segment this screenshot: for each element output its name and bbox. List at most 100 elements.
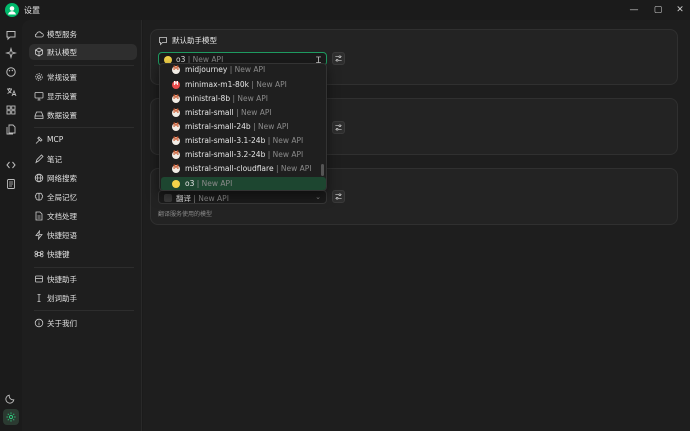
sliders-icon bbox=[335, 55, 342, 62]
info-icon bbox=[34, 318, 44, 328]
dropdown-option[interactable]: mistral-small-3.1-24b | New API bbox=[161, 134, 326, 148]
text-cursor-icon bbox=[37, 294, 41, 302]
sliders-icon bbox=[335, 193, 342, 200]
hard-drive-icon bbox=[34, 111, 44, 119]
sidebar-item-general[interactable]: 常规设置 bbox=[29, 69, 137, 85]
gear-icon bbox=[35, 73, 43, 81]
openai-logo-icon bbox=[172, 180, 180, 188]
dropdown-option[interactable]: mistral-small | New API bbox=[161, 106, 326, 120]
mistral-logo-icon bbox=[172, 150, 180, 159]
sidebar-item-model-service[interactable]: 模型服务 bbox=[29, 26, 137, 42]
notebook-icon bbox=[35, 154, 44, 164]
brain-icon bbox=[34, 192, 44, 201]
maximize-button[interactable]: ▢ bbox=[650, 3, 666, 17]
option-label: mistral-small-cloudflare | New API bbox=[185, 164, 312, 173]
model-settings-button[interactable] bbox=[332, 52, 345, 65]
close-button[interactable]: ✕ bbox=[672, 3, 688, 17]
chat-icon[interactable] bbox=[5, 29, 17, 41]
monitor-icon bbox=[34, 92, 44, 101]
option-label: mistral-small-24b | New API bbox=[185, 122, 289, 131]
sidebar-item-label: MCP bbox=[47, 135, 64, 144]
sidebar-item-label: 文档处理 bbox=[47, 212, 77, 221]
cloud-icon bbox=[34, 31, 44, 38]
sidebar-item-quick-assistant[interactable]: 快捷助手 bbox=[29, 271, 137, 287]
sidebar-item-display[interactable]: 显示设置 bbox=[29, 88, 137, 104]
mistral-logo-icon bbox=[172, 94, 180, 103]
option-label: o3 | New API bbox=[185, 179, 233, 188]
sidebar-item-selection-assistant[interactable]: 划词助手 bbox=[29, 290, 137, 306]
title-bar: 设置 — ▢ ✕ bbox=[0, 0, 690, 20]
minimax-logo-icon bbox=[172, 81, 180, 89]
sidebar-item-label: 显示设置 bbox=[47, 92, 77, 101]
option-label: mistral-small-3.2-24b | New API bbox=[185, 150, 304, 159]
globe-icon bbox=[34, 173, 44, 183]
mistral-logo-icon bbox=[172, 122, 180, 131]
dropdown-option[interactable]: minimax-m1-80k | New API bbox=[161, 78, 326, 92]
option-label: mistral-small-3.1-24b | New API bbox=[185, 136, 304, 145]
sidebar-item-documents[interactable]: 文档处理 bbox=[29, 208, 137, 224]
option-label: minimax-m1-80k | New API bbox=[185, 80, 287, 89]
sidebar-item-shortcuts[interactable]: 快捷键 bbox=[29, 246, 137, 262]
model-dropdown-list: midjourney | New API minimax-m1-80k | Ne… bbox=[159, 63, 327, 191]
sidebar-item-memory[interactable]: 全局记忆 bbox=[29, 189, 137, 205]
sidebar-item-mcp[interactable]: MCP bbox=[29, 132, 137, 148]
dropdown-option[interactable]: mistral-small-3.2-24b | New API bbox=[161, 148, 326, 162]
dropdown-option[interactable]: mistral-small-24b | New API bbox=[161, 120, 326, 134]
sidebar-item-default-model[interactable]: 默认模型 bbox=[29, 44, 137, 60]
sidebar-item-notes[interactable]: 笔记 bbox=[29, 151, 137, 167]
files-icon[interactable] bbox=[5, 123, 17, 135]
cube-icon bbox=[35, 47, 43, 57]
mistral-logo-icon bbox=[172, 164, 180, 173]
mistral-logo-icon bbox=[172, 65, 180, 74]
sidebar-item-label: 模型服务 bbox=[47, 30, 77, 39]
sidebar-divider bbox=[34, 267, 134, 268]
icon-bar bbox=[0, 20, 22, 431]
dropdown-scrollbar[interactable] bbox=[321, 164, 324, 176]
sidebar-item-data[interactable]: 数据设置 bbox=[29, 107, 137, 123]
window-title: 设置 bbox=[24, 6, 40, 15]
notes-icon[interactable] bbox=[5, 178, 17, 190]
dropdown-option[interactable]: midjourney | New API bbox=[161, 64, 326, 77]
document-icon bbox=[35, 211, 43, 221]
sparkle-icon[interactable] bbox=[5, 47, 17, 59]
dropdown-option[interactable]: ministral-8b | New API bbox=[161, 92, 326, 106]
sidebar-item-label: 网络搜索 bbox=[47, 174, 77, 183]
sidebar-item-label: 关于我们 bbox=[47, 319, 77, 328]
apps-icon[interactable] bbox=[5, 104, 17, 116]
sidebar-item-web-search[interactable]: 网络搜索 bbox=[29, 170, 137, 186]
sidebar-item-quick-phrases[interactable]: 快捷短语 bbox=[29, 227, 137, 243]
sidebar-item-label: 数据设置 bbox=[47, 111, 77, 120]
option-label: mistral-small | New API bbox=[185, 108, 272, 117]
hammer-icon bbox=[35, 136, 43, 144]
sidebar-item-label: 快捷键 bbox=[47, 250, 70, 259]
model-settings-button[interactable] bbox=[332, 190, 345, 203]
model-settings-button[interactable] bbox=[332, 121, 345, 134]
sidebar-item-label: 快捷短语 bbox=[47, 231, 77, 240]
sidebar-item-label: 默认模型 bbox=[47, 48, 77, 57]
settings-icon[interactable] bbox=[3, 409, 19, 425]
sidebar-item-label: 划词助手 bbox=[47, 294, 77, 303]
sidebar-divider bbox=[34, 310, 134, 311]
dropdown-option-selected[interactable]: o3 | New API bbox=[161, 177, 326, 190]
default-assistant-model-title: 默认助手模型 bbox=[172, 36, 217, 45]
user-avatar-icon[interactable] bbox=[5, 3, 19, 17]
zap-icon bbox=[35, 230, 43, 240]
chat-bubble-icon bbox=[159, 37, 167, 46]
sidebar-item-label: 常规设置 bbox=[47, 73, 77, 82]
code-icon[interactable] bbox=[5, 159, 17, 171]
sidebar-item-label: 全局记忆 bbox=[47, 193, 77, 202]
sidebar-item-about[interactable]: 关于我们 bbox=[29, 315, 137, 331]
translate-model-select[interactable]: 翻译 | New API ⌄ bbox=[158, 190, 327, 204]
dropdown-option[interactable]: mistral-small-cloudflare | New API bbox=[161, 162, 326, 176]
minimize-button[interactable]: — bbox=[626, 3, 642, 17]
chevron-down-icon: ⌄ bbox=[315, 193, 321, 201]
option-label: ministral-8b | New API bbox=[185, 94, 268, 103]
package-icon bbox=[35, 275, 43, 283]
sidebar-divider bbox=[34, 65, 134, 66]
palette-icon[interactable] bbox=[5, 66, 17, 78]
command-icon bbox=[34, 250, 44, 258]
translate-icon[interactable] bbox=[5, 86, 17, 98]
mistral-logo-icon bbox=[172, 108, 180, 117]
sidebar-item-label: 快捷助手 bbox=[47, 275, 77, 284]
theme-icon[interactable] bbox=[5, 392, 17, 404]
